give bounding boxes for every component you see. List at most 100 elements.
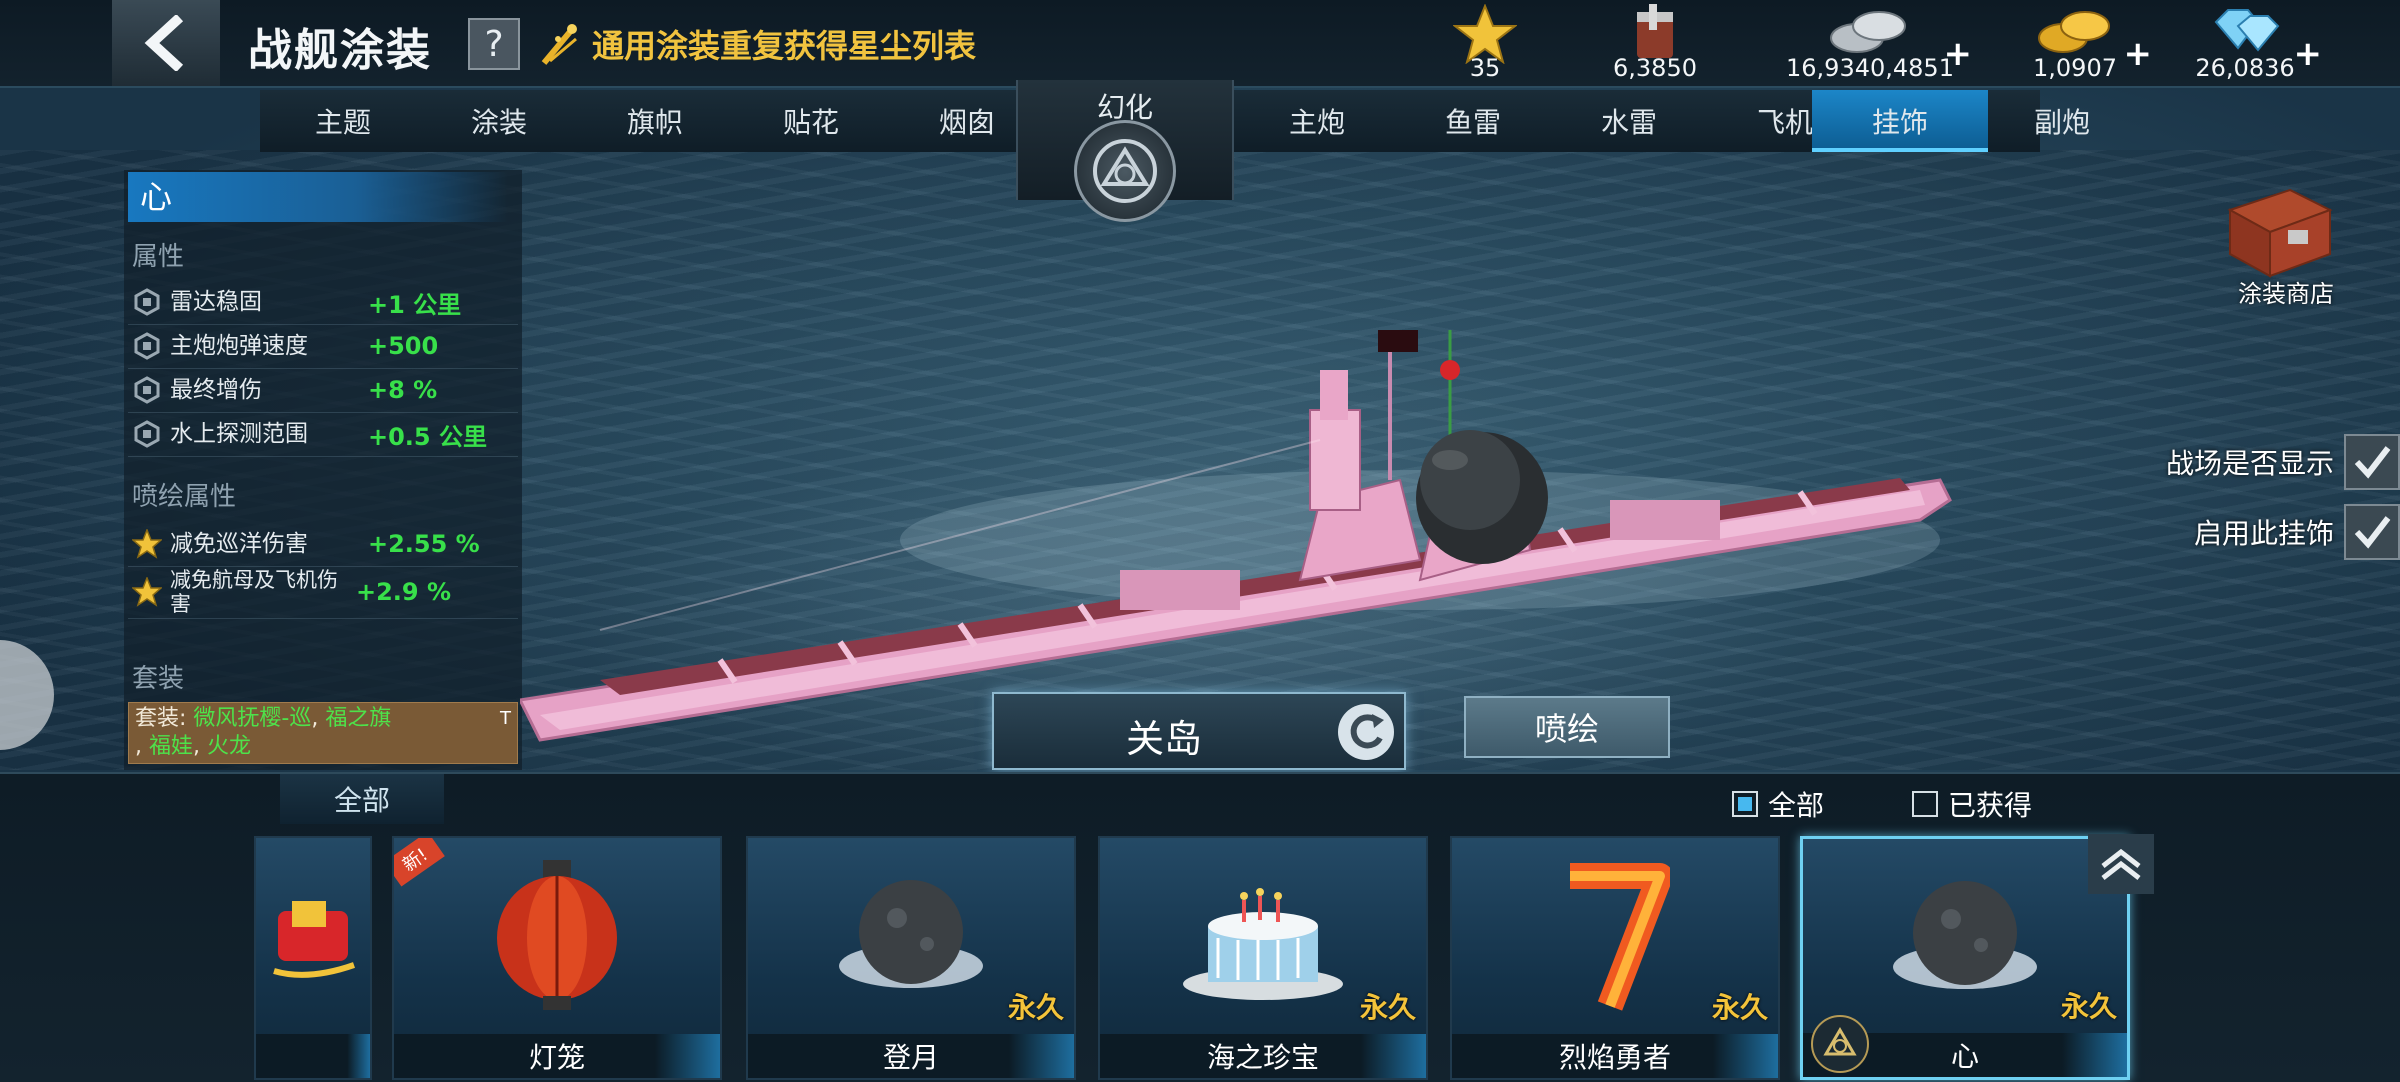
permanent-label: 永久 — [1359, 991, 1416, 1024]
attribute-value: +8 % — [368, 376, 438, 404]
attribute-name: 减免航母及飞机伤害 — [170, 568, 338, 616]
ship-name-plate[interactable]: 关岛 — [992, 692, 1406, 770]
battle-display-toggle[interactable]: 战场是否显示 — [2120, 432, 2400, 492]
ornament-card[interactable] — [254, 836, 372, 1080]
permanent-label: 永久 — [2060, 990, 2117, 1023]
checkmark-icon[interactable] — [2344, 504, 2400, 560]
set-bonus-box: 套装: 微风抚樱-巡, 福之旗, 福娃, 火龙 T — [128, 702, 518, 764]
set-title: 套装 — [132, 664, 185, 694]
spray-attribute-row: 减免巡洋伤害 +2.55 % — [128, 522, 518, 567]
currency-star: 35 — [1400, 0, 1570, 86]
chevron-left-icon — [144, 15, 184, 71]
currency-value: 35 — [1469, 54, 1501, 82]
stardust-link-text: 通用涂装重复获得星尘列表 — [592, 27, 977, 65]
set-item: 福娃 — [149, 734, 194, 759]
set-item: 微风抚樱-巡 — [193, 706, 312, 731]
currency-diamond[interactable]: 26,0836 + — [2160, 0, 2330, 86]
hex-bullet-icon — [132, 287, 162, 317]
ornament-card[interactable]: 永久 烈焰勇者 — [1450, 836, 1780, 1080]
double-chevron-up-icon — [2101, 848, 2141, 880]
ornament-card-caption: 登月 — [748, 1034, 1074, 1078]
filter-all-checkbox[interactable] — [1732, 791, 1758, 817]
attribute-row: 最终增伤 +8 % — [128, 368, 518, 413]
tab-flag[interactable]: 旗帜 — [580, 90, 730, 152]
lantern-icon — [394, 838, 720, 1034]
tab-secondary-gun-label[interactable]: 副炮 — [1982, 90, 2142, 152]
attribute-value: +0.5 公里 — [368, 422, 487, 451]
attribute-value: +500 — [368, 332, 439, 360]
ship-name: 关岛 — [1125, 717, 1202, 761]
battle-display-label: 战场是否显示 — [2165, 447, 2334, 480]
ornament-list-panel: 全部 全部 已获得 新! 灯笼 永久 登月 永久 海之珍宝 永久 烈焰勇者 永久… — [0, 772, 2400, 1082]
page-title: 战舰涂装 — [248, 25, 432, 76]
paint-shop-button[interactable]: 涂装商店 — [2200, 180, 2350, 310]
attribute-name: 雷达稳固 — [170, 289, 262, 315]
help-button[interactable]: ? — [468, 18, 520, 70]
attribute-value: +1 公里 — [368, 290, 462, 319]
tab-main-gun[interactable]: 主炮 — [1242, 90, 1392, 152]
attribute-row: 雷达稳固 +1 公里 — [128, 280, 518, 325]
set-tag: T — [500, 708, 511, 729]
ornament-card-caption: 烈焰勇者 — [1452, 1034, 1778, 1078]
attribute-row: 主炮炮弹速度 +500 — [128, 324, 518, 369]
attribute-row: 水上探测范围 +0.5 公里 — [128, 412, 518, 457]
tab-decal[interactable]: 贴花 — [736, 90, 886, 152]
attribute-name: 最终增伤 — [170, 377, 262, 403]
ornament-card-selected[interactable]: 永久 心 — [1800, 836, 2130, 1080]
currency-value: 6,3850 — [1613, 54, 1697, 82]
paint-shop-label: 涂装商店 — [2238, 280, 2334, 308]
ornament-card-caption: 海之珍宝 — [1100, 1034, 1426, 1078]
attributes-title: 属性 — [132, 242, 185, 272]
hex-bullet-icon — [132, 331, 162, 361]
add-diamond-icon[interactable]: + — [2294, 34, 2323, 74]
silver-coins-icon — [1830, 11, 1906, 53]
filter-owned[interactable]: 已获得 — [1912, 784, 2032, 824]
filter-owned-checkbox[interactable] — [1912, 791, 1938, 817]
tab-ornament[interactable]: 挂饰 — [1812, 90, 1988, 152]
stardust-icon — [541, 24, 577, 65]
tab-paint[interactable]: 涂装 — [424, 90, 574, 152]
spray-button[interactable]: 喷绘 — [1464, 696, 1670, 758]
tab-theme[interactable]: 主题 — [268, 90, 418, 152]
tab-transform[interactable]: 幻化 — [1016, 80, 1234, 222]
stardust-list-link[interactable]: 通用涂装重复获得星尘列表 — [538, 18, 976, 70]
ornament-name: 心 — [128, 172, 508, 222]
switch-ship-icon[interactable] — [1338, 704, 1394, 760]
collapse-list-button[interactable] — [2088, 834, 2154, 894]
add-gold-icon[interactable]: + — [2124, 34, 2153, 74]
transform-badge-icon — [1811, 1015, 1869, 1073]
tab-torpedo[interactable]: 鱼雷 — [1398, 90, 1548, 152]
set-item: 火龙 — [207, 734, 252, 759]
top-bar: 战舰涂装 ? 通用涂装重复获得星尘列表 35 6,3850 16,9340,48… — [0, 0, 2400, 88]
currency-gold[interactable]: 1,0907 + — [1990, 0, 2160, 86]
gold-coins-icon — [2038, 11, 2110, 53]
checkmark-icon[interactable] — [2344, 434, 2400, 490]
diamonds-icon — [2214, 9, 2280, 52]
hex-bullet-icon — [132, 419, 162, 449]
ornament-card[interactable]: 永久 海之珍宝 — [1098, 836, 1428, 1080]
filter-owned-label: 已获得 — [1948, 789, 2033, 822]
tab-mine[interactable]: 水雷 — [1554, 90, 1704, 152]
ornament-card-caption: 灯笼 — [394, 1034, 720, 1078]
attribute-value: +2.9 % — [356, 578, 452, 606]
spray-attribute-row: 减免航母及飞机伤害 +2.9 % — [128, 566, 518, 619]
spray-attributes-title: 喷绘属性 — [132, 482, 237, 512]
ornament-card[interactable]: 新! 灯笼 — [392, 836, 722, 1080]
back-button[interactable] — [112, 0, 220, 86]
filter-all-label: 全部 — [1768, 789, 1825, 822]
set-item: 福之旗 — [325, 706, 392, 731]
hex-bullet-icon — [132, 375, 162, 405]
ornament-card[interactable]: 永久 登月 — [746, 836, 1076, 1080]
add-silver-icon[interactable]: + — [1944, 34, 1973, 74]
gift-sled-icon — [256, 838, 370, 1034]
currency-silver[interactable]: 16,9340,4851 + — [1760, 0, 1980, 86]
attribute-panel: 心 属性 雷达稳固 +1 公里 主炮炮弹速度 +500 最终增伤 +8 % 水上… — [124, 170, 522, 770]
enable-ornament-toggle[interactable]: 启用此挂饰 — [2120, 502, 2400, 562]
filter-all[interactable]: 全部 — [1732, 784, 1824, 824]
ornament-card-caption — [256, 1034, 370, 1078]
transform-emblem-icon — [1074, 120, 1176, 222]
permanent-label: 永久 — [1711, 991, 1768, 1024]
enable-ornament-label: 启用此挂饰 — [2193, 517, 2334, 550]
category-all-tab[interactable]: 全部 — [280, 774, 444, 824]
permanent-label: 永久 — [1007, 991, 1064, 1024]
